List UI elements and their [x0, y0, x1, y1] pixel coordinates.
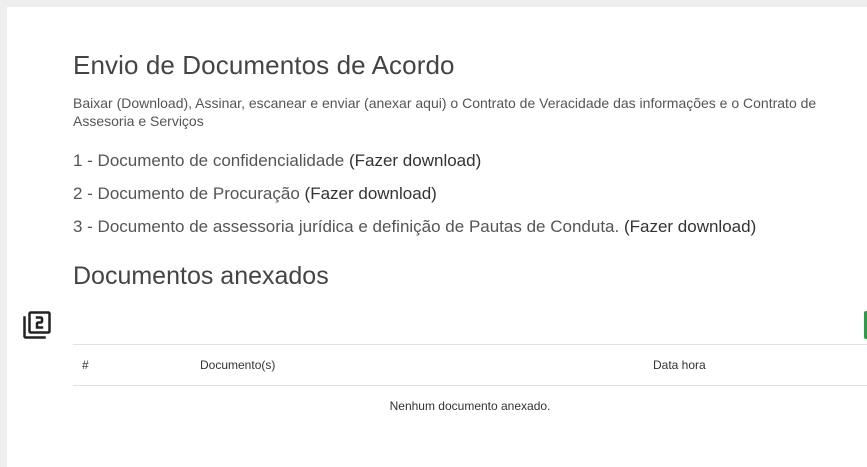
column-header-number: # — [73, 344, 200, 386]
document-label: 3 - Documento de assessoria jurídica e d… — [73, 217, 620, 236]
document-item-2: 2 - Documento de Procuração (Fazer downl… — [73, 184, 437, 204]
download-link-1[interactable]: (Fazer download) — [349, 151, 481, 170]
instructions-line-2: Assesoria e Serviços — [73, 113, 204, 129]
attachments-title: Documentos anexados — [73, 262, 329, 290]
page-title: Envio de Documentos de Acordo — [73, 50, 455, 80]
instructions-text: Baixar (Download), Assinar, escanear e e… — [73, 94, 867, 130]
filter-2-icon — [23, 311, 51, 339]
instructions-line-1: Baixar (Download), Assinar, escanear e e… — [73, 95, 817, 111]
table-header-row: # Documento(s) Data hora — [73, 344, 867, 386]
empty-table-message: Nenhum documento anexado. — [389, 399, 551, 413]
download-link-2[interactable]: (Fazer download) — [305, 184, 437, 203]
document-item-1: 1 - Documento de confidencialidade (Faze… — [73, 151, 481, 171]
attachments-table: # Documento(s) Data hora Nenhum document… — [73, 344, 867, 426]
document-label: 1 - Documento de confidencialidade — [73, 151, 345, 170]
document-label: 2 - Documento de Procuração — [73, 184, 300, 203]
document-item-3: 3 - Documento de assessoria jurídica e d… — [73, 217, 756, 237]
table-row: Nenhum documento anexado. — [73, 386, 867, 427]
download-link-3[interactable]: (Fazer download) — [624, 217, 756, 236]
column-header-document: Documento(s) — [200, 344, 653, 386]
column-header-datetime: Data hora — [653, 344, 867, 386]
